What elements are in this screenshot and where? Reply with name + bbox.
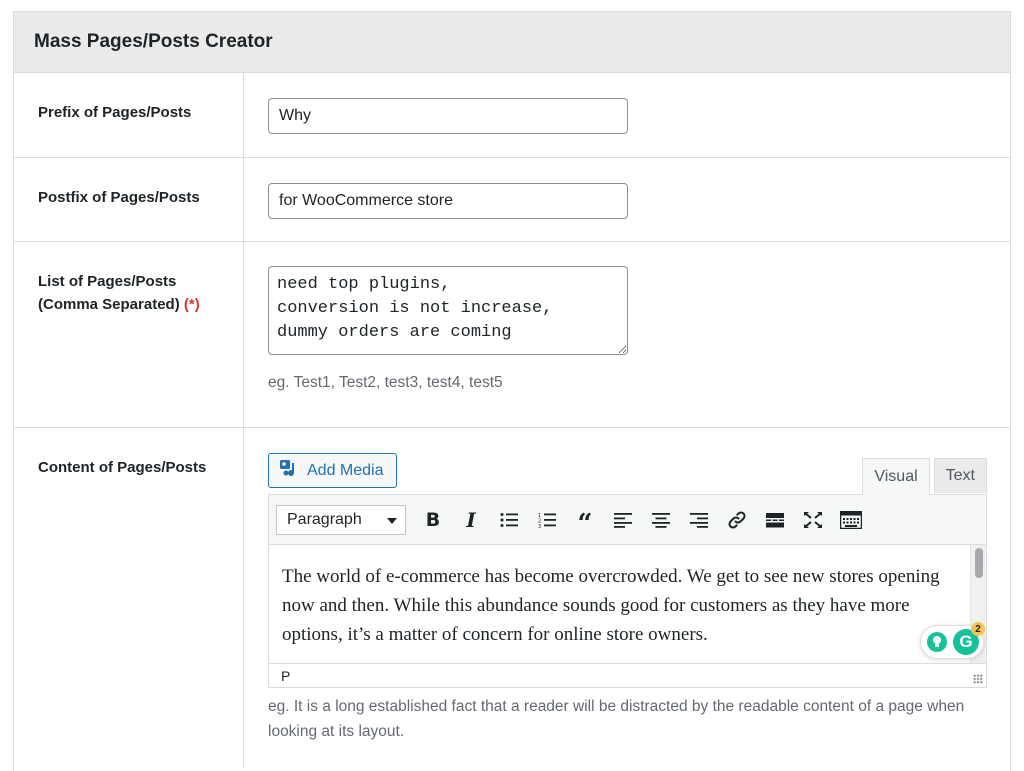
media-icon xyxy=(279,459,299,482)
bold-button[interactable]: B xyxy=(414,503,452,537)
grammarly-widget[interactable]: G 2 xyxy=(920,622,985,659)
postfix-row: Postfix of Pages/Posts xyxy=(14,158,1010,242)
link-button[interactable] xyxy=(718,503,756,537)
editor-content-text: The world of e-commerce has become overc… xyxy=(282,566,940,645)
panel-title: Mass Pages/Posts Creator xyxy=(34,31,273,52)
list-label-suffix: (Comma Separated) xyxy=(38,296,180,313)
postfix-input[interactable] xyxy=(268,183,628,219)
list-label-line1: List of Pages/Posts xyxy=(38,273,177,290)
blockquote-icon: “ xyxy=(577,508,593,539)
lightbulb-icon[interactable] xyxy=(927,632,947,652)
tab-text[interactable]: Text xyxy=(933,458,987,493)
numbered-list-button[interactable]: 123 xyxy=(528,503,566,537)
toolbar-toggle-button[interactable] xyxy=(832,503,870,537)
element-path[interactable]: P xyxy=(281,668,290,684)
align-left-button[interactable] xyxy=(604,503,642,537)
blockquote-button[interactable]: “ xyxy=(566,503,604,537)
align-center-icon xyxy=(652,512,670,528)
required-mark: (*) xyxy=(183,296,200,313)
editor-status-bar: P xyxy=(269,663,986,687)
toolbar-toggle-icon xyxy=(840,510,862,529)
prefix-label: Prefix of Pages/Posts xyxy=(14,73,244,157)
tab-visual[interactable]: Visual xyxy=(862,458,930,495)
format-select[interactable]: Paragraph xyxy=(276,504,406,535)
caret-down-icon xyxy=(387,511,397,529)
content-row: Content of Pages/Posts Add Media Visual … xyxy=(14,428,1010,768)
align-right-icon xyxy=(690,512,708,528)
list-label-line2: (Comma Separated) (*) xyxy=(38,293,243,316)
grammarly-g-glyph: G xyxy=(959,632,973,651)
content-hint: eg. It is a long established fact that a… xyxy=(268,698,965,740)
add-media-label: Add Media xyxy=(307,461,384,479)
bold-icon: B xyxy=(425,508,441,531)
italic-button[interactable]: I xyxy=(452,503,490,537)
grammarly-count-badge: 2 xyxy=(971,622,985,636)
grammarly-icon[interactable]: G 2 xyxy=(953,622,985,655)
svg-text:3: 3 xyxy=(538,524,541,528)
align-right-button[interactable] xyxy=(680,503,718,537)
panel-header: Mass Pages/Posts Creator xyxy=(14,12,1010,73)
resize-handle[interactable] xyxy=(973,674,983,684)
align-center-button[interactable] xyxy=(642,503,680,537)
postfix-label: Postfix of Pages/Posts xyxy=(14,158,244,241)
editor-toolbar: Paragraph B I 1 2 3 “ xyxy=(269,495,986,545)
list-row: List of Pages/Posts (Comma Separated) (*… xyxy=(14,242,1010,428)
format-select-value: Paragraph xyxy=(287,510,362,528)
prefix-input[interactable] xyxy=(268,98,628,134)
mass-creator-panel: Mass Pages/Posts Creator Prefix of Pages… xyxy=(13,11,1011,771)
list-hint: eg. Test1, Test2, test3, test4, test5 xyxy=(268,374,503,391)
numbered-list-icon: 123 xyxy=(538,512,556,528)
read-more-icon xyxy=(765,512,785,528)
prefix-row: Prefix of Pages/Posts xyxy=(14,73,1010,158)
fullscreen-button[interactable] xyxy=(794,503,832,537)
fullscreen-icon xyxy=(803,511,823,529)
italic-icon: I xyxy=(466,507,476,532)
align-left-icon xyxy=(614,512,632,528)
read-more-button[interactable] xyxy=(756,503,794,537)
list-label: List of Pages/Posts (Comma Separated) (*… xyxy=(14,242,244,427)
add-media-button[interactable]: Add Media xyxy=(268,453,397,488)
link-icon xyxy=(727,510,747,530)
content-label: Content of Pages/Posts xyxy=(14,428,244,768)
editor-content-area[interactable]: The world of e-commerce has become overc… xyxy=(269,545,986,663)
bullet-list-icon xyxy=(500,512,518,528)
content-editor: Paragraph B I 1 2 3 “ The world of e-com… xyxy=(268,494,987,688)
bullet-list-button[interactable] xyxy=(490,503,528,537)
scrollbar-thumb[interactable] xyxy=(975,548,983,578)
list-textarea[interactable]: need top plugins, conversion is not incr… xyxy=(268,266,628,355)
